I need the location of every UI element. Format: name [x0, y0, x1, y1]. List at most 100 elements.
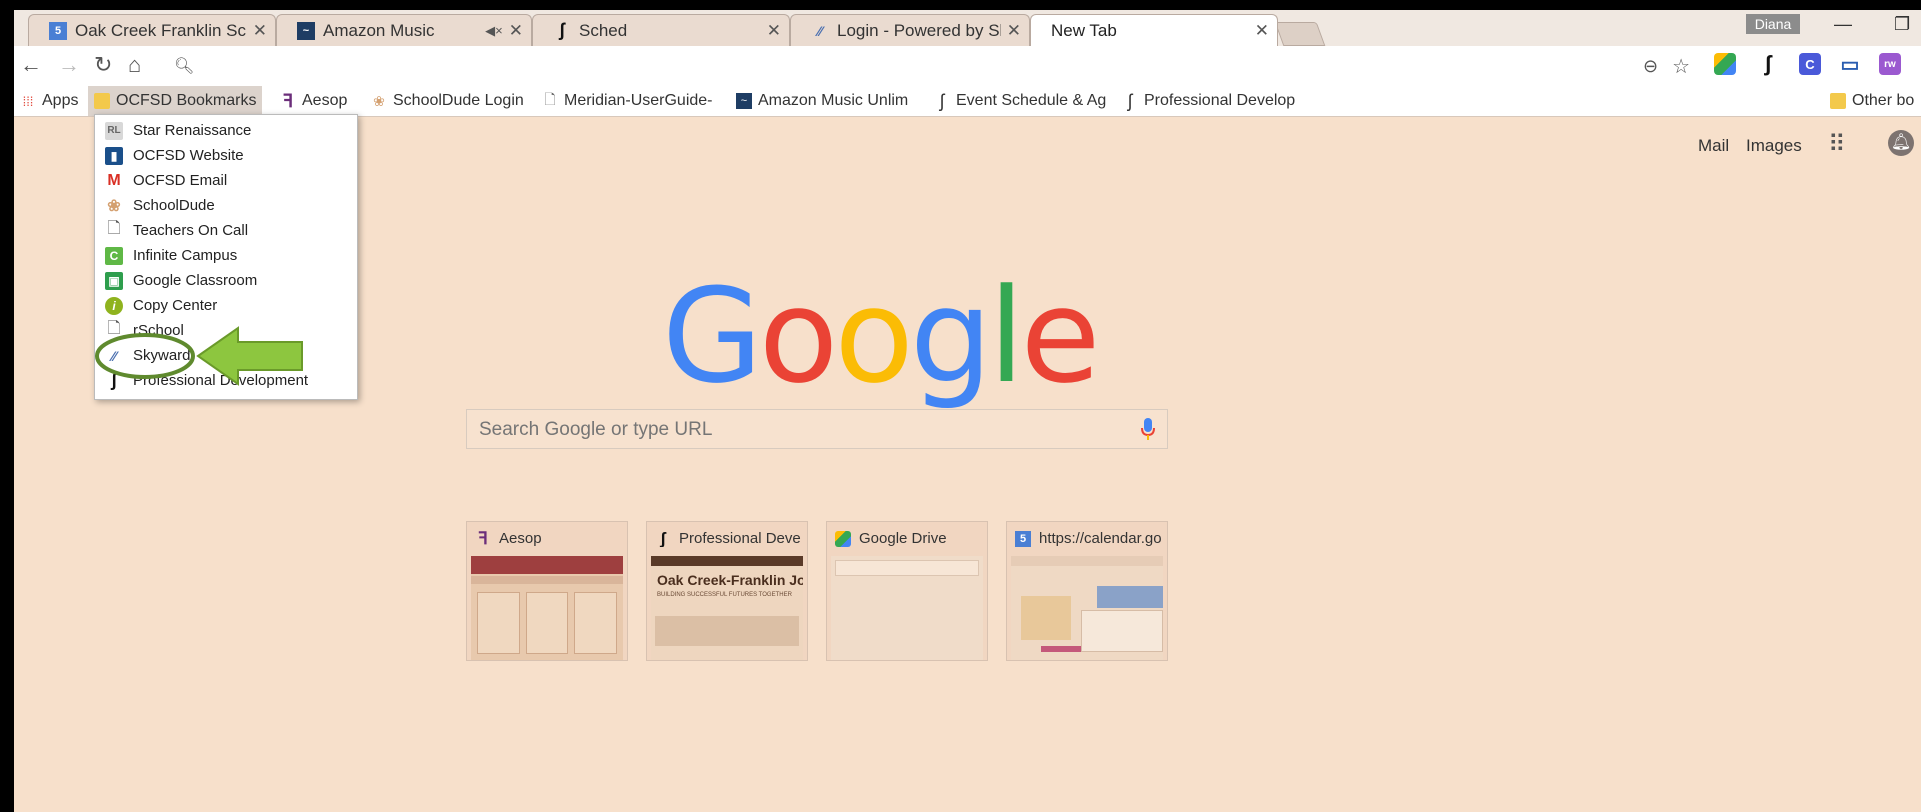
omnibox-input[interactable] — [202, 55, 1643, 77]
c-extension-icon[interactable]: C — [1799, 53, 1821, 75]
forward-icon[interactable]: → — [58, 52, 80, 78]
bookmark-event-schedule[interactable]: ʃ Event Schedule & Ag — [934, 86, 1106, 116]
most-visited-tile-google-drive[interactable]: Google Drive — [826, 521, 988, 661]
reload-icon[interactable]: ↻ — [94, 52, 112, 78]
menu-item-label: Infinite Campus — [133, 247, 238, 264]
rw-extension-icon[interactable]: rw — [1879, 53, 1901, 75]
bookmark-label: Apps — [42, 92, 79, 109]
ntp-search-box[interactable] — [466, 409, 1168, 449]
bookmark-other-bookmarks[interactable]: Other bo — [1830, 86, 1914, 116]
aesop-icon: ꟻ — [282, 90, 294, 111]
thumb-title: Oak Creek-Franklin Joint School Distric — [657, 572, 803, 588]
browser-window: 5 Oak Creek Franklin Schoo ✕ ~ Amazon Mu… — [14, 10, 1921, 812]
close-icon[interactable]: ✕ — [767, 21, 781, 41]
mute-icon[interactable]: ◀× — [485, 23, 503, 39]
amazon-music-icon: ~ — [736, 93, 752, 109]
calendar-icon: 5 — [1015, 530, 1031, 547]
tab-title: Oak Creek Franklin Schoo — [75, 20, 247, 40]
google-logo: Google — [662, 260, 1101, 412]
microphone-icon[interactable] — [1141, 418, 1155, 448]
tile-thumbnail — [471, 556, 623, 660]
schooldude-icon: ❀ — [107, 197, 121, 215]
sched-icon: ʃ — [940, 90, 944, 111]
notifications-icon[interactable]: 🔔︎ — [1888, 130, 1914, 156]
annotation-overlay — [95, 326, 303, 386]
close-icon[interactable]: ✕ — [1007, 21, 1021, 41]
profile-badge[interactable]: Diana — [1746, 14, 1800, 34]
sched-extension-icon[interactable]: ʃ — [1757, 51, 1779, 76]
skyward-icon: ⁄⁄ — [817, 22, 823, 39]
apps-grid-icon: ⁞⁞⁞ — [22, 93, 34, 109]
bookmark-professional-develop[interactable]: ʃ Professional Develop — [1122, 86, 1295, 116]
menu-item-ocfsd-email[interactable]: M OCFSD Email — [95, 168, 357, 193]
folder-icon — [1830, 93, 1846, 109]
mail-link[interactable]: Mail — [1698, 136, 1729, 156]
bookmark-amazon-music[interactable]: ~ Amazon Music Unlim — [736, 86, 908, 116]
tab-title: Amazon Music — [323, 20, 435, 40]
tile-title: Professional Develop — [679, 530, 801, 547]
bookmark-label: Professional Develop — [1144, 92, 1296, 109]
home-icon[interactable]: ⌂ — [128, 52, 141, 78]
bookmark-meridian[interactable]: 🗋 Meridian-UserGuide- — [542, 86, 712, 116]
zoom-icon[interactable]: ⊖ — [1643, 56, 1658, 77]
google-drive-icon[interactable] — [1714, 53, 1736, 75]
logo-letter: G — [662, 260, 763, 412]
most-visited-tile-professional-develop[interactable]: ʃ Professional Develop Oak Creek-Franklin… — [646, 521, 808, 661]
close-icon[interactable]: ✕ — [509, 21, 523, 41]
images-link[interactable]: Images — [1746, 136, 1802, 156]
menu-item-infinite-campus[interactable]: C Infinite Campus — [95, 243, 357, 268]
menu-item-label: SchoolDude — [133, 197, 215, 214]
tab-new-tab[interactable]: New Tab ✕ — [1030, 14, 1278, 46]
bookmark-folder-ocfsd[interactable]: OCFSD Bookmarks — [88, 86, 263, 116]
minimize-button[interactable]: — — [1834, 14, 1852, 35]
close-icon[interactable]: ✕ — [253, 21, 267, 41]
menu-item-copy-center[interactable]: i Copy Center — [95, 293, 357, 318]
tab-title: Sched — [579, 20, 628, 40]
menu-item-google-classroom[interactable]: ▣ Google Classroom — [95, 268, 357, 293]
highlight-ellipse — [95, 333, 195, 379]
sched-icon: ʃ — [660, 530, 666, 547]
restore-button[interactable]: ❐ — [1894, 14, 1910, 35]
bookmark-schooldude[interactable]: ❀ SchoolDude Login — [371, 86, 524, 116]
close-icon[interactable]: ✕ — [1255, 21, 1269, 41]
tab-sched[interactable]: ʃ Sched ✕ — [532, 14, 790, 46]
menu-item-label: Star Renaissance — [133, 122, 252, 139]
menu-item-ocfsd-website[interactable]: ▮ OCFSD Website — [95, 143, 357, 168]
address-bar[interactable]: 🔍︎ ⊖ ☆ — [166, 51, 1696, 81]
back-icon[interactable]: ← — [20, 52, 42, 78]
menu-item-label: Google Classroom — [133, 272, 258, 289]
bookmark-label: OCFSD Bookmarks — [116, 92, 257, 109]
tab-oak-creek[interactable]: 5 Oak Creek Franklin Schoo ✕ — [28, 14, 276, 46]
page-icon: 🗋 — [107, 220, 121, 237]
most-visited-tile-aesop[interactable]: ꟻ Aesop — [466, 521, 628, 661]
logo-letter: o — [758, 260, 839, 412]
tab-amazon-music[interactable]: ~ Amazon Music ◀× ✕ — [276, 14, 532, 46]
menu-item-schooldude[interactable]: ❀ SchoolDude — [95, 193, 357, 218]
bookmark-aesop[interactable]: ꟻ Aesop — [280, 86, 348, 116]
folder-icon — [94, 93, 110, 109]
amazon-music-icon: ~ — [297, 21, 315, 40]
logo-letter: e — [1020, 260, 1101, 412]
tile-thumbnail — [831, 556, 983, 660]
menu-item-teachers-on-call[interactable]: 🗋 Teachers On Call — [95, 218, 357, 243]
ntp-search-input[interactable] — [477, 418, 1121, 442]
bookmark-label: SchoolDude Login — [393, 92, 524, 109]
bookmark-label: Amazon Music Unlim — [758, 92, 909, 109]
tab-title: Login - Powered by Skyw — [837, 20, 1001, 40]
tab-skyward-login[interactable]: ⁄⁄ Login - Powered by Skyw ✕ — [790, 14, 1030, 46]
menu-item-star-renaissance[interactable]: RL Star Renaissance — [95, 118, 357, 143]
apps-launcher-icon[interactable]: ⠿ — [1828, 130, 1846, 159]
logo-letter: o — [834, 260, 914, 412]
rl-icon: RL — [105, 121, 123, 140]
most-visited-tile-calendar[interactable]: 5 https://calendar.google — [1006, 521, 1168, 661]
new-tab-button[interactable] — [1274, 22, 1326, 46]
bookmark-apps[interactable]: ⁞⁞⁞ Apps — [20, 86, 79, 116]
logo-letter: l — [988, 260, 1024, 412]
bookmark-label: Other bo — [1852, 92, 1915, 109]
star-icon[interactable]: ☆ — [1672, 54, 1690, 79]
sched-icon: ʃ — [1128, 90, 1132, 111]
menu-item-label: Copy Center — [133, 297, 218, 314]
cast-icon[interactable]: ▭ — [1839, 53, 1861, 76]
tile-title: Google Drive — [859, 530, 947, 547]
logo-letter: g — [909, 260, 993, 412]
